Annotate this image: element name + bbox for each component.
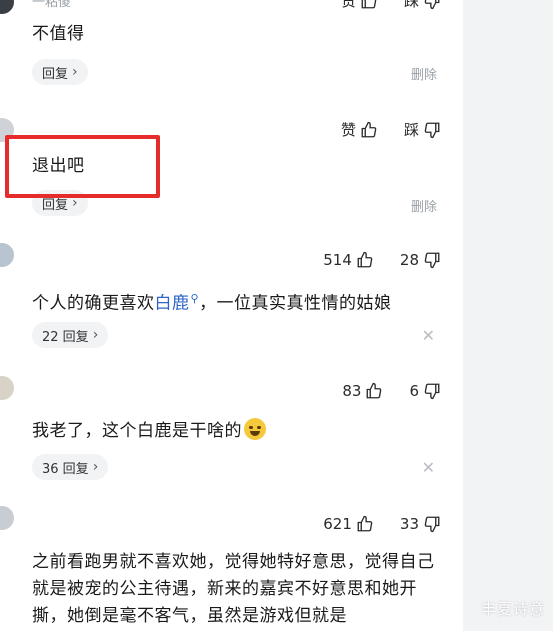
- close-icon[interactable]: ✕: [422, 326, 435, 345]
- dislike-count: 踩: [403, 0, 419, 10]
- like-button[interactable]: 赞: [341, 0, 378, 11]
- delete-button[interactable]: 删除: [411, 196, 437, 215]
- comment-actions: 赞 踩: [341, 119, 441, 140]
- like-button[interactable]: 赞: [341, 119, 378, 140]
- comment-text: 之前看跑男就不喜欢她，觉得她特好意思，觉得自己就是被宠的公主待遇，新来的嘉宾不好…: [32, 552, 435, 626]
- thumbs-down-icon: [424, 0, 440, 9]
- chevron-right-icon: ›: [92, 459, 99, 475]
- dislike-count: 28: [399, 251, 419, 269]
- comment-text-after: ，一位真实真性情的姑娘: [199, 293, 392, 314]
- avatar[interactable]: [0, 0, 14, 14]
- comment-text-body: 我老了，这个白鹿是干啥的: [32, 421, 242, 441]
- comment-feed: 一粘傻 赞 踩 不值得 回复 › 删除 赞 踩 退出吧 回复 › 删除 514 …: [0, 0, 463, 631]
- reply-button[interactable]: 回复 ›: [32, 59, 88, 85]
- thumbs-up-icon: [361, 0, 377, 8]
- thumbs-up-icon: [367, 382, 382, 399]
- avatar[interactable]: [0, 243, 14, 267]
- reply-button[interactable]: 36 回复 ›: [32, 454, 109, 480]
- like-count: 514: [323, 251, 352, 269]
- thumbs-up-icon: [357, 251, 373, 268]
- watermark: 丰夏诗意: [480, 600, 545, 618]
- search-icon[interactable]: ⚲: [191, 285, 200, 312]
- comment-text-before: 个人的确更喜欢: [32, 293, 155, 314]
- thumbs-up-icon: [361, 121, 377, 137]
- thumbs-down-icon: [424, 122, 440, 138]
- dislike-button[interactable]: 踩: [404, 0, 441, 11]
- reply-label: 36 回复: [42, 461, 89, 477]
- thumbs-down-icon: [424, 516, 440, 533]
- comment-actions: 621 33: [323, 515, 441, 533]
- comment-text: 不值得: [32, 24, 85, 44]
- search-link[interactable]: 白鹿: [155, 294, 190, 314]
- comment-text: 我老了，这个白鹿是干啥的: [32, 418, 266, 445]
- dislike-button[interactable]: 28: [400, 251, 441, 269]
- dislike-button[interactable]: 33: [400, 515, 441, 533]
- avatar[interactable]: [0, 506, 14, 530]
- comment-actions: 83 6: [342, 382, 441, 400]
- chevron-right-icon: ›: [72, 64, 78, 80]
- chevron-right-icon: ›: [92, 327, 99, 343]
- comment-text: 个人的确更喜欢白鹿⚲，一位真实真性情的姑娘: [32, 285, 392, 318]
- thumbs-up-icon: [357, 515, 373, 532]
- reply-label: 回复: [42, 66, 69, 82]
- dislike-count: 踩: [403, 121, 419, 139]
- like-count: 83: [342, 382, 362, 400]
- dislike-count: 33: [399, 515, 419, 533]
- dislike-count: 6: [409, 382, 419, 400]
- thumbs-down-icon: [424, 252, 440, 269]
- reply-button[interactable]: 22 回复 ›: [32, 322, 109, 348]
- like-button[interactable]: 621: [323, 515, 374, 533]
- like-count: 赞: [340, 121, 356, 139]
- dislike-button[interactable]: 踩: [404, 119, 441, 140]
- delete-button[interactable]: 删除: [411, 64, 437, 83]
- thumbs-down-icon: [424, 383, 440, 400]
- like-button[interactable]: 514: [323, 251, 374, 269]
- laughing-crying-emoji: [244, 418, 266, 440]
- comment-actions: 赞 踩: [341, 0, 441, 11]
- comment-author[interactable]: 一粘傻: [32, 0, 71, 10]
- close-icon[interactable]: ✕: [422, 458, 435, 477]
- comment-actions: 514 28: [323, 251, 441, 269]
- like-count: 621: [323, 515, 352, 533]
- highlight-box: [5, 135, 160, 198]
- side-panel: [463, 0, 553, 631]
- reply-label: 22 回复: [42, 329, 89, 345]
- like-button[interactable]: 83: [342, 382, 383, 400]
- avatar[interactable]: [0, 376, 14, 400]
- dislike-button[interactable]: 6: [409, 382, 441, 400]
- like-count: 赞: [340, 0, 356, 10]
